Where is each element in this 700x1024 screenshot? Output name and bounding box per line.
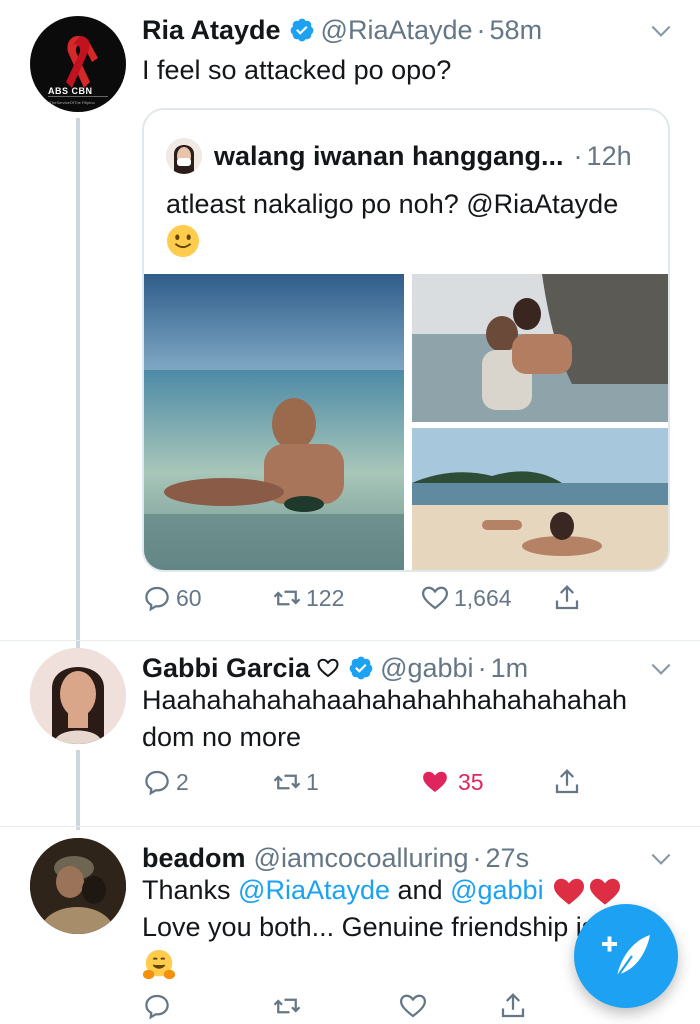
like-icon [399,994,427,1018]
retweet-count: 1 [306,768,319,795]
retweet-icon [273,998,301,1014]
tweet-actions [142,986,602,1024]
tweet-text: Haahahahahahaahahahahhahahahahah dom no … [142,685,627,752]
retweet-button[interactable]: 1 [272,762,319,802]
handle[interactable]: @RiaAtayde [321,15,473,46]
reply-button[interactable] [142,986,172,1024]
share-icon [555,769,579,794]
retweet-count: 122 [306,584,345,611]
tweet-header: Ria Atayde @RiaAtayde · 58m [142,14,543,46]
beach-photo-1[interactable] [144,274,404,570]
avatar[interactable] [30,648,126,744]
beach-photo-3[interactable] [412,428,668,570]
mention-link[interactable]: @gabbi [450,872,543,909]
like-count: 1,664 [454,584,512,611]
slightly-smiling-emoji-icon [166,224,200,258]
quoted-tweet-header: walang iwanan hanggang... · 12h [166,136,632,176]
reply-icon [145,586,169,612]
share-icon [555,585,579,610]
handle[interactable]: @iamcocoalluring [254,843,469,874]
share-icon [501,993,525,1018]
hugging-face-emoji-icon [142,949,176,980]
verified-icon [349,656,373,680]
share-button[interactable] [498,986,528,1024]
retweet-icon [273,774,301,790]
handle[interactable]: @gabbi [380,653,473,684]
chevron-down-icon[interactable] [648,18,674,44]
share-button[interactable] [552,578,582,618]
compose-tweet-button[interactable] [574,904,678,1008]
divider [0,640,700,641]
retweet-button[interactable] [272,986,302,1024]
timestamp[interactable]: 27s [486,843,530,874]
like-icon [423,771,447,792]
like-button[interactable]: 35 [420,762,484,802]
tweet-gabbi-garcia[interactable]: Gabbi Garcia @gabbi · 1m Haahahahahahaah… [0,648,700,830]
reply-button[interactable]: 60 [142,578,202,618]
share-button[interactable] [552,762,582,802]
avatar[interactable] [30,838,126,934]
timestamp[interactable]: 58m [490,15,543,46]
thread-line [76,118,80,648]
display-name[interactable]: Ria Atayde [142,15,281,46]
like-icon [421,586,449,610]
beach-photo-2[interactable] [412,274,668,422]
like-count: 35 [458,768,484,795]
timestamp[interactable]: 1m [491,653,529,684]
thread-line [76,750,80,830]
quoted-timestamp: 12h [586,140,632,171]
avatar-logo-subtext: #InTheServiceOfThe Filipino [44,100,95,105]
retweet-icon [273,590,301,606]
media-grid[interactable] [144,274,668,570]
red-heart-emoji-icon [553,878,584,905]
tweet-actions: 60 122 1,664 [142,578,602,618]
reply-icon [145,994,169,1020]
like-button[interactable]: 1,664 [420,578,512,618]
avatar-logo-text: ABS CBN [48,86,93,96]
mention-link[interactable]: @RiaAtayde [466,189,618,219]
chevron-down-icon[interactable] [648,656,674,682]
red-heart-emoji-icon [589,878,620,905]
reply-count: 2 [176,768,189,795]
retweet-button[interactable]: 122 [272,578,344,618]
tweet-ria-atayde[interactable]: ABS CBN #InTheServiceOfThe Filipino Ria … [0,10,700,648]
avatar[interactable]: ABS CBN #InTheServiceOfThe Filipino [30,16,126,112]
tweet-actions: 2 1 35 [142,762,602,802]
quoted-display-name[interactable]: walang iwanan hanggang... [214,141,564,172]
quoted-tweet-text: atleast nakaligo po noh? @RiaAtayde [166,189,619,219]
heart-emoji-icon [317,658,339,678]
reply-icon [145,770,169,796]
like-button[interactable] [398,986,428,1024]
tweet-text: I feel so attacked po opo? [142,55,452,85]
verified-icon [290,18,313,42]
display-name[interactable]: Gabbi Garcia [142,653,310,684]
divider [0,826,700,827]
compose-tweet-icon [602,935,650,978]
display-name[interactable]: beadom [142,843,246,874]
quoted-tweet[interactable]: walang iwanan hanggang... · 12h atleast … [142,108,670,572]
reply-button[interactable]: 2 [142,762,189,802]
avatar [166,138,202,174]
chevron-down-icon[interactable] [648,846,674,872]
reply-count: 60 [176,584,202,611]
mention-link[interactable]: @RiaAtayde [238,872,390,909]
